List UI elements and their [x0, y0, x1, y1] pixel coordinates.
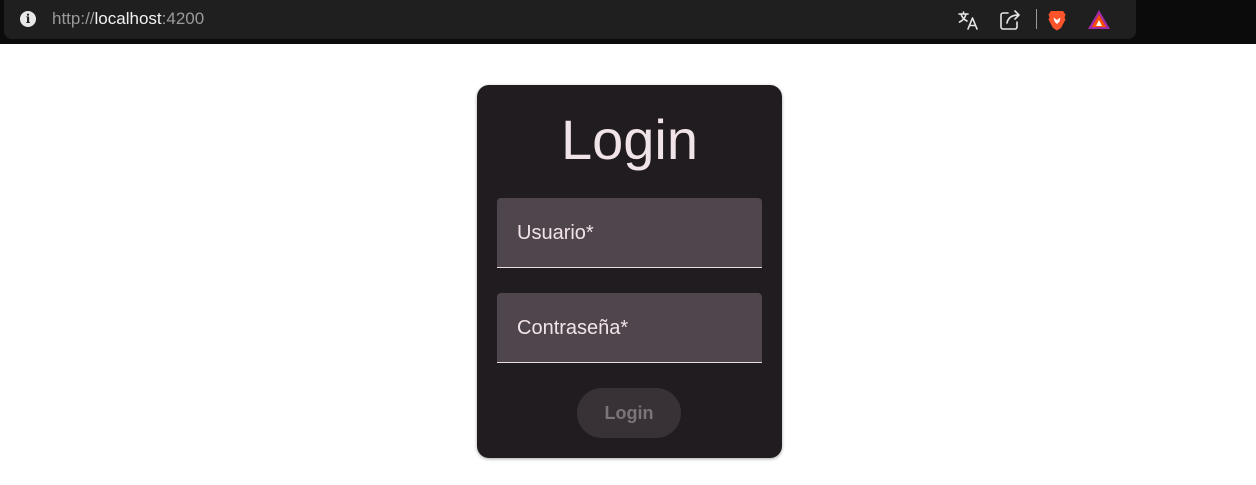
- translate-icon[interactable]: [956, 8, 980, 32]
- info-icon[interactable]: i: [20, 11, 36, 27]
- address-bar[interactable]: i http://localhost:4200: [4, 0, 1136, 39]
- login-title: Login: [560, 108, 699, 171]
- brave-rewards-icon[interactable]: [1087, 8, 1111, 32]
- url-scheme: http://: [52, 9, 95, 28]
- username-field[interactable]: Usuario*: [497, 198, 762, 268]
- url-host: localhost: [94, 9, 162, 28]
- password-field[interactable]: Contraseña*: [497, 293, 762, 363]
- toolbar-separator: [1036, 9, 1037, 29]
- share-icon[interactable]: [998, 8, 1022, 32]
- browser-toolbar: i http://localhost:4200: [0, 0, 1256, 44]
- username-input[interactable]: [497, 198, 762, 267]
- url-port: :4200: [161, 9, 205, 28]
- brave-shield-icon[interactable]: [1045, 8, 1069, 32]
- url-text[interactable]: http://localhost:4200: [52, 9, 204, 29]
- login-button[interactable]: Login: [577, 388, 681, 438]
- password-input[interactable]: [497, 293, 762, 362]
- login-card: Login Usuario* Contraseña* Login: [477, 85, 782, 458]
